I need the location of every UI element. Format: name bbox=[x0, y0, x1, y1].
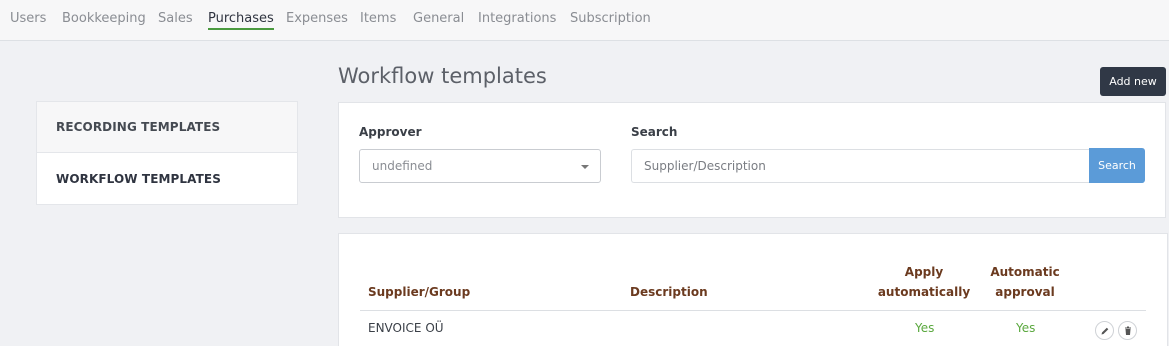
search-label: Search bbox=[631, 125, 678, 139]
approver-value: undefined bbox=[372, 159, 433, 173]
templates-table: Supplier/Group Description Apply automat… bbox=[338, 233, 1168, 346]
delete-button[interactable] bbox=[1118, 321, 1137, 340]
sidebar-item-workflow-templates[interactable]: WORKFLOW TEMPLATES bbox=[37, 153, 297, 204]
filter-card: Approver undefined Search Search bbox=[338, 102, 1166, 218]
page-title: Workflow templates bbox=[338, 64, 547, 88]
trash-icon bbox=[1124, 326, 1131, 335]
tab-subscription[interactable]: Subscription bbox=[570, 11, 651, 26]
sidebar: RECORDING TEMPLATES WORKFLOW TEMPLATES bbox=[36, 101, 298, 205]
tab-bookkeeping[interactable]: Bookkeeping bbox=[62, 11, 146, 26]
tab-sales[interactable]: Sales bbox=[158, 11, 193, 26]
search-button[interactable]: Search bbox=[1089, 148, 1145, 183]
chevron-down-icon bbox=[581, 165, 589, 169]
top-nav: Users Bookkeeping Sales Purchases Expens… bbox=[0, 0, 1169, 41]
tab-expenses[interactable]: Expenses bbox=[286, 11, 348, 26]
tab-integrations[interactable]: Integrations bbox=[478, 11, 556, 26]
add-new-button[interactable]: Add new bbox=[1100, 67, 1166, 96]
column-header-apply-automatically: Apply automatically bbox=[877, 265, 971, 299]
row-automatic-approval: Yes bbox=[1016, 321, 1036, 335]
tab-general[interactable]: General bbox=[413, 11, 464, 26]
approver-select[interactable]: undefined bbox=[359, 149, 601, 183]
edit-button[interactable] bbox=[1095, 321, 1114, 340]
tab-items[interactable]: Items bbox=[360, 11, 396, 26]
tab-users[interactable]: Users bbox=[10, 11, 46, 26]
column-header-automatic-approval: Automatic approval bbox=[990, 265, 1060, 299]
sidebar-item-recording-templates[interactable]: RECORDING TEMPLATES bbox=[37, 102, 297, 153]
column-header-supplier: Supplier/Group bbox=[368, 285, 471, 299]
search-input[interactable] bbox=[631, 149, 1090, 183]
approver-label: Approver bbox=[359, 125, 422, 139]
tab-purchases[interactable]: Purchases bbox=[208, 11, 274, 30]
row-supplier: ENVOICE OÜ bbox=[368, 321, 444, 335]
header-divider bbox=[360, 310, 1146, 311]
column-header-description: Description bbox=[630, 285, 708, 299]
pencil-icon bbox=[1101, 327, 1108, 334]
row-apply-automatically: Yes bbox=[915, 321, 935, 335]
